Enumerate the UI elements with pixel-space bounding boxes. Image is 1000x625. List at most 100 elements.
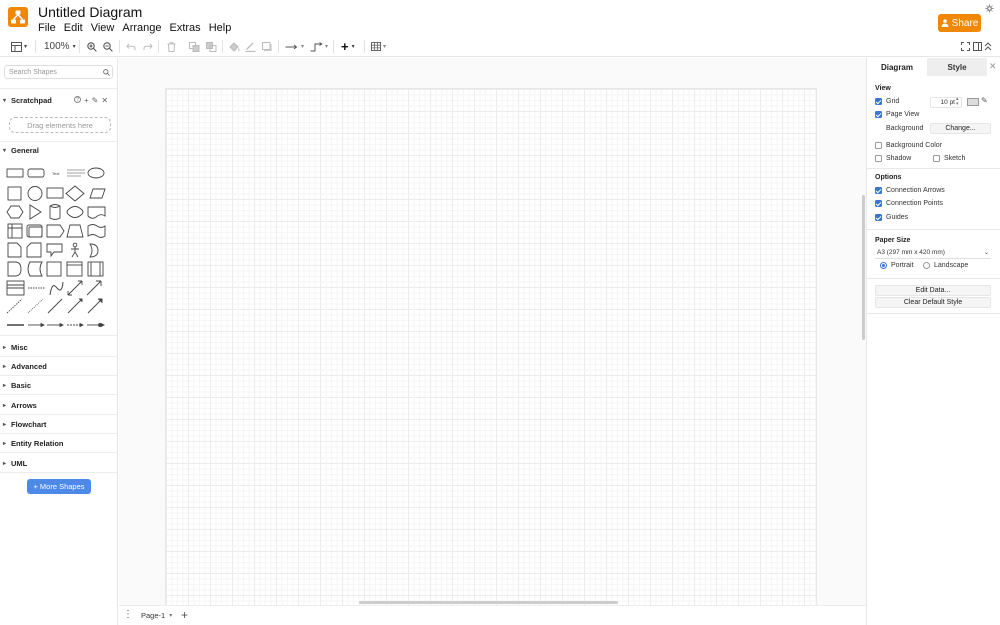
connection-points-checkbox[interactable] [875,200,882,207]
section-misc[interactable]: ▸ Misc [3,343,28,352]
connection-arrows-label: Connection Arrows [886,187,945,194]
background-text: Background [886,125,924,132]
background-color-checkbox[interactable] [875,142,882,149]
waypoints-button[interactable]: ▾ [310,39,328,54]
sketch-label: Sketch [944,155,966,162]
tab-style[interactable]: Style [927,58,987,76]
page-view-checkbox[interactable] [875,111,882,118]
grid-color-swatch[interactable] [967,98,979,106]
page-tabs-bar: ⋮ Page-1 ▾ + [119,605,866,625]
delete-icon [167,41,176,52]
sun-icon[interactable] [985,4,994,13]
grid-size-value: 10 pt [940,99,955,106]
undo-button[interactable] [126,39,136,54]
menu-view[interactable]: View [91,22,115,34]
menu-help[interactable]: Help [209,22,232,34]
menu-bar: File Edit View Arrange Extras Help [38,22,231,34]
scratchpad-header[interactable]: ▾ Scratchpad [3,96,52,105]
connection-arrows-checkbox[interactable] [875,187,882,194]
more-shapes-button[interactable]: + More Shapes [27,479,91,494]
pages-menu-icon[interactable]: ⋮ [123,609,133,620]
header: Untitled Diagram File Edit View Arrange … [0,0,1000,36]
landscape-radio[interactable] [923,262,930,269]
help-icon[interactable]: ? [74,96,81,103]
line-color-button[interactable] [245,39,256,54]
landscape-radio-row[interactable]: Landscape [923,262,968,269]
scratchpad-dropzone[interactable]: Drag elements here [9,117,111,133]
grid-checkbox[interactable] [875,98,882,105]
shadow-button[interactable] [262,39,273,54]
format-panel-button[interactable]: ▾ [11,39,27,54]
close-icon[interactable]: ✕ [101,96,108,105]
section-entity-relation-label: Entity Relation [11,439,64,448]
menu-extras[interactable]: Extras [170,22,201,34]
diagram-page[interactable] [165,88,817,605]
section-arrows[interactable]: ▸ Arrows [3,401,37,410]
edit-icon[interactable]: ✎ [92,96,99,105]
search-icon[interactable] [103,69,110,76]
clear-default-style-button[interactable]: Clear Default Style [875,297,991,308]
connection-button[interactable]: ▾ [285,39,304,54]
background-color-checkbox-row[interactable]: Background Color [875,142,942,149]
add-page-icon[interactable]: + [181,608,188,622]
portrait-radio[interactable] [880,262,887,269]
tab-diagram[interactable]: Diagram [867,58,927,76]
search-shapes-input[interactable]: Search Shapes [4,65,113,79]
portrait-radio-row[interactable]: Portrait [880,262,914,269]
shadow-checkbox-row[interactable]: Shadow [875,155,911,162]
scratchpad-tools: ? + ✎ ✕ [74,96,108,105]
sketch-checkbox-row[interactable]: Sketch [933,155,965,162]
redo-button[interactable] [143,39,153,54]
guides-checkbox[interactable] [875,214,882,221]
delete-button[interactable] [167,39,176,54]
general-header[interactable]: ▾ General [3,146,39,155]
section-advanced[interactable]: ▸ Advanced [3,362,47,371]
fill-color-button[interactable] [229,39,240,54]
zoom-out-button[interactable] [103,39,113,54]
collapse-button[interactable] [984,39,992,54]
chevron-down-icon[interactable]: ▾ [169,612,172,619]
format-toggle-button[interactable] [973,39,982,54]
change-background-button[interactable]: Change... [930,123,991,134]
horizontal-scrollbar[interactable] [359,601,618,604]
connection-points-row[interactable]: Connection Points [875,200,943,207]
redo-icon [143,43,153,50]
add-icon[interactable]: + [84,96,89,105]
close-icon[interactable]: ✕ [989,61,997,72]
to-front-button[interactable] [189,39,200,54]
shadow-checkbox[interactable] [875,155,882,162]
section-flowchart[interactable]: ▸ Flowchart [3,420,46,429]
format-panel-icon [11,41,22,52]
share-button[interactable]: Share [938,14,981,32]
grid-checkbox-row[interactable]: Grid [875,98,899,105]
menu-file[interactable]: File [38,22,56,34]
connection-arrows-row[interactable]: Connection Arrows [875,187,945,194]
diagram-title[interactable]: Untitled Diagram [38,4,142,20]
paper-size-select[interactable]: A3 (297 mm x 420 mm) ⌄ [875,247,991,259]
fullscreen-button[interactable] [961,39,970,54]
pencil-icon[interactable]: ✎ [981,96,988,105]
section-basic[interactable]: ▸ Basic [3,381,31,390]
section-uml[interactable]: ▸ UML [3,459,27,468]
general-shapes-grid[interactable]: Text [5,164,113,334]
menu-arrange[interactable]: Arrange [122,22,161,34]
page-view-checkbox-row[interactable]: Page View [875,111,919,118]
zoom-dropdown[interactable]: 100% ▾ [44,39,76,54]
menu-edit[interactable]: Edit [64,22,83,34]
grid-size-stepper-icon[interactable]: ▴ ▾ [956,97,959,107]
page-tab[interactable]: Page-1 ▾ [137,606,177,625]
diagram-canvas[interactable] [119,58,866,605]
table-button[interactable]: ▾ [371,39,386,54]
portrait-label: Portrait [891,262,914,269]
vertical-scrollbar[interactable] [862,195,865,340]
section-entity-relation[interactable]: ▸ Entity Relation [3,439,64,448]
guides-row[interactable]: Guides [875,214,908,221]
zoom-in-button[interactable] [87,39,97,54]
grid-label: Grid [886,98,900,105]
to-back-button[interactable] [206,39,217,54]
edit-data-button[interactable]: Edit Data... [875,285,991,296]
shadow-label: Shadow [886,155,912,162]
svg-text:Text: Text [52,171,60,176]
insert-button[interactable]: + ▾ [341,39,355,54]
sketch-checkbox[interactable] [933,155,940,162]
